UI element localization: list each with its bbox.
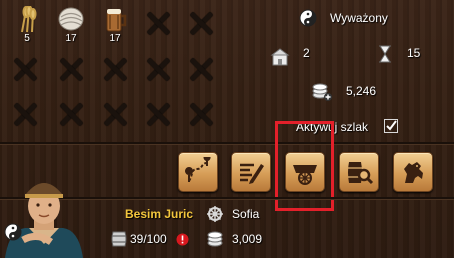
- warehouse-icon: [270, 48, 290, 66]
- empty-slot: [58, 56, 84, 82]
- map-route-icon: [185, 157, 211, 182]
- empty-slot: [102, 101, 128, 127]
- balance-icon: [299, 9, 317, 27]
- balance-icon: [4, 223, 22, 241]
- barrel-search-button[interactable]: [339, 152, 379, 192]
- time-count: 15: [407, 46, 421, 60]
- cargo-capacity: 39/100: [130, 232, 167, 246]
- wool-icon: [58, 7, 84, 31]
- captain-name: Besim Juric: [125, 207, 194, 221]
- activate-route-checkbox[interactable]: [384, 119, 398, 133]
- horse-icon: [404, 162, 423, 183]
- trade-button[interactable]: [393, 152, 433, 192]
- empty-slot: [102, 56, 128, 82]
- edit-list-icon: [240, 163, 264, 184]
- hourglass-icon: [379, 45, 391, 63]
- empty-slot: [145, 10, 171, 36]
- goods-slot-beer[interactable]: 17: [96, 6, 134, 44]
- edit-route-button[interactable]: [231, 152, 271, 192]
- city-name: Sofia: [232, 207, 260, 221]
- empty-slot: [12, 56, 38, 82]
- coins-icon: [207, 231, 223, 247]
- barrel-search-icon: [348, 162, 374, 185]
- divider: [0, 142, 454, 144]
- balance-label: Wyważony: [330, 11, 388, 25]
- empty-slot: [188, 56, 214, 82]
- captain-portrait[interactable]: [3, 168, 85, 258]
- goods-slot-wheat[interactable]: 5: [8, 6, 46, 44]
- trade-panel: 5 17 17 Wyważony 2 15 5,246 Aktywuj szla…: [0, 0, 454, 258]
- cargo-barrel-icon: [111, 231, 127, 247]
- route-map-button[interactable]: [178, 152, 218, 192]
- beer-icon: [106, 9, 127, 32]
- empty-slot: [145, 101, 171, 127]
- ship-wheel-icon: [207, 206, 223, 222]
- goods-grid: 5 17 17: [8, 6, 243, 138]
- wheat-count: 5: [24, 33, 30, 44]
- wool-count: 17: [65, 33, 77, 44]
- warehouse-count: 2: [303, 46, 310, 60]
- captain-money: 3,009: [232, 232, 263, 246]
- empty-slot: [188, 101, 214, 127]
- empty-slot: [58, 101, 84, 127]
- goods-slot-wool[interactable]: 17: [52, 6, 90, 44]
- coins-value: 5,246: [346, 84, 377, 98]
- empty-slot: [12, 101, 38, 127]
- empty-slot: [188, 10, 214, 36]
- empty-slot: [145, 56, 171, 82]
- wheat-icon: [21, 6, 37, 33]
- coins-plus-icon: [312, 83, 332, 101]
- warning-icon: [176, 233, 189, 246]
- beer-count: 17: [109, 33, 121, 44]
